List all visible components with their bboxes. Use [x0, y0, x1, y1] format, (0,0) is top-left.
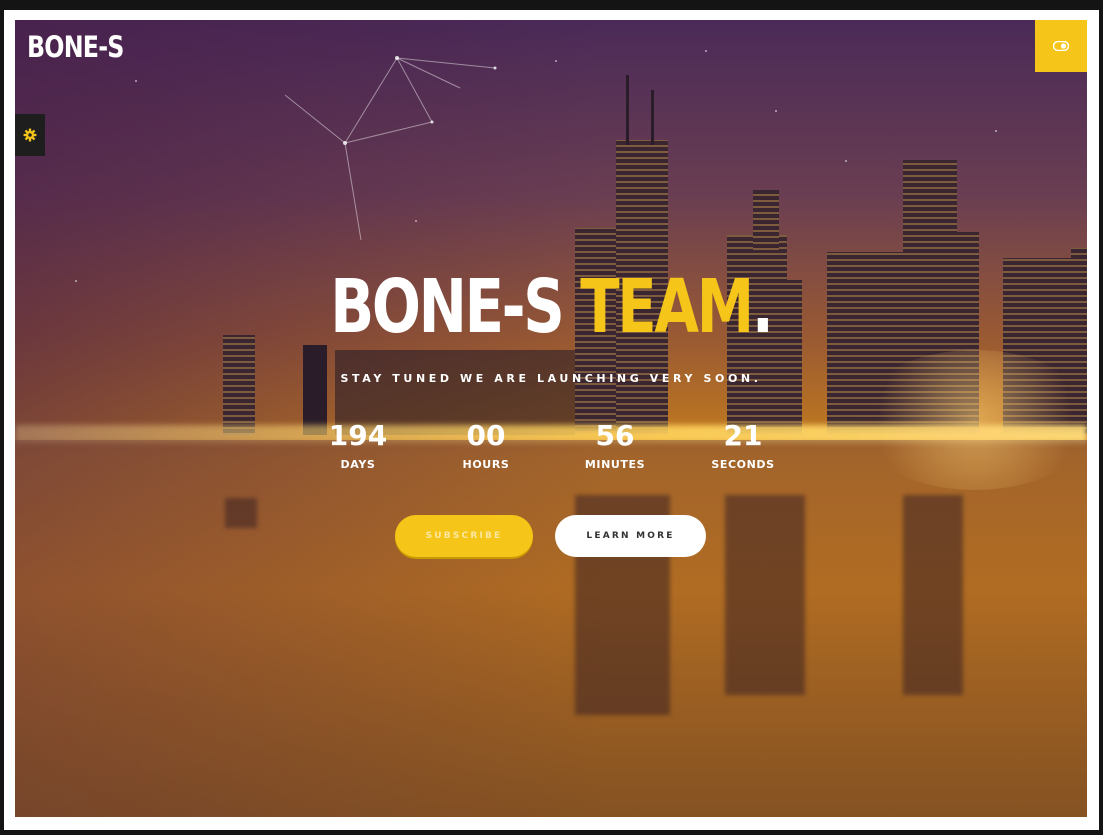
constellation-lines [285, 56, 497, 241]
headline-main: BONE-S [330, 264, 565, 350]
subscribe-button[interactable]: SUBSCRIBE [395, 515, 533, 557]
screenshot-frame: BONE-S BONE-S TEAM. STAY TUNED WE ARE LA… [0, 0, 1103, 835]
headline-accent: TEAM [580, 264, 754, 350]
countdown-label: SECONDS [711, 458, 775, 471]
headline-dot: . [751, 264, 774, 350]
hero-section: BONE-S BONE-S TEAM. STAY TUNED WE ARE LA… [15, 20, 1087, 817]
countdown-seconds: 21 SECONDS [693, 418, 793, 471]
countdown-value: 56 [595, 419, 635, 452]
gear-icon [23, 128, 37, 142]
countdown-label: DAYS [340, 458, 376, 471]
countdown-minutes: 56 MINUTES [565, 418, 665, 471]
learn-more-button[interactable]: LEARN MORE [555, 515, 706, 557]
countdown-value: 21 [723, 419, 763, 452]
countdown-timer: 194 DAYS 00 HOURS 56 MINUTES 21 SECONDS [293, 418, 813, 478]
settings-panel-tab[interactable] [15, 114, 45, 156]
hero-headline: BONE-S TEAM. [15, 270, 1087, 344]
countdown-days: 194 DAYS [308, 418, 408, 471]
countdown-label: HOURS [462, 458, 510, 471]
brand-logo[interactable]: BONE-S [27, 30, 124, 64]
hero-tagline: STAY TUNED WE ARE LAUNCHING VERY SOON. [340, 372, 762, 385]
theme-toggle-button[interactable] [1035, 20, 1087, 72]
countdown-value: 194 [328, 419, 388, 452]
toggle-switch-icon [1053, 41, 1069, 51]
countdown-hours: 00 HOURS [436, 418, 536, 471]
countdown-label: MINUTES [584, 458, 646, 471]
countdown-value: 00 [466, 419, 506, 452]
